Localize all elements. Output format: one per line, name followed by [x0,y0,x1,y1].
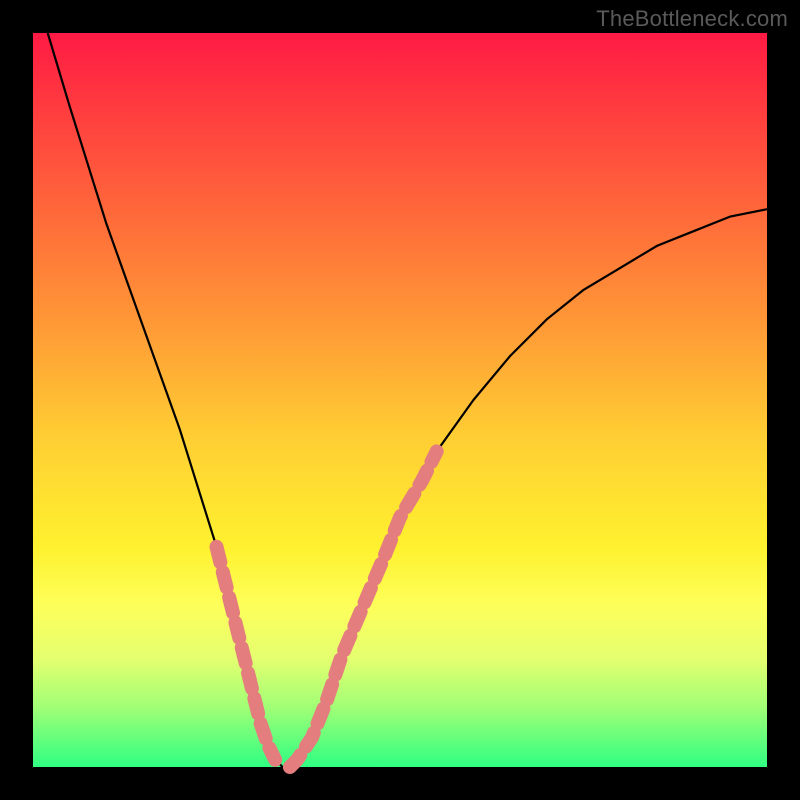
right-highlight-segment [290,451,437,767]
highlight-path [217,547,276,760]
plot-area [33,33,767,767]
highlight-path [290,451,437,767]
chart-frame: TheBottleneck.com [0,0,800,800]
bottleneck-curve [48,33,767,767]
curve-layer [33,33,767,767]
left-highlight-segment [217,547,276,760]
watermark-text: TheBottleneck.com [596,6,788,32]
